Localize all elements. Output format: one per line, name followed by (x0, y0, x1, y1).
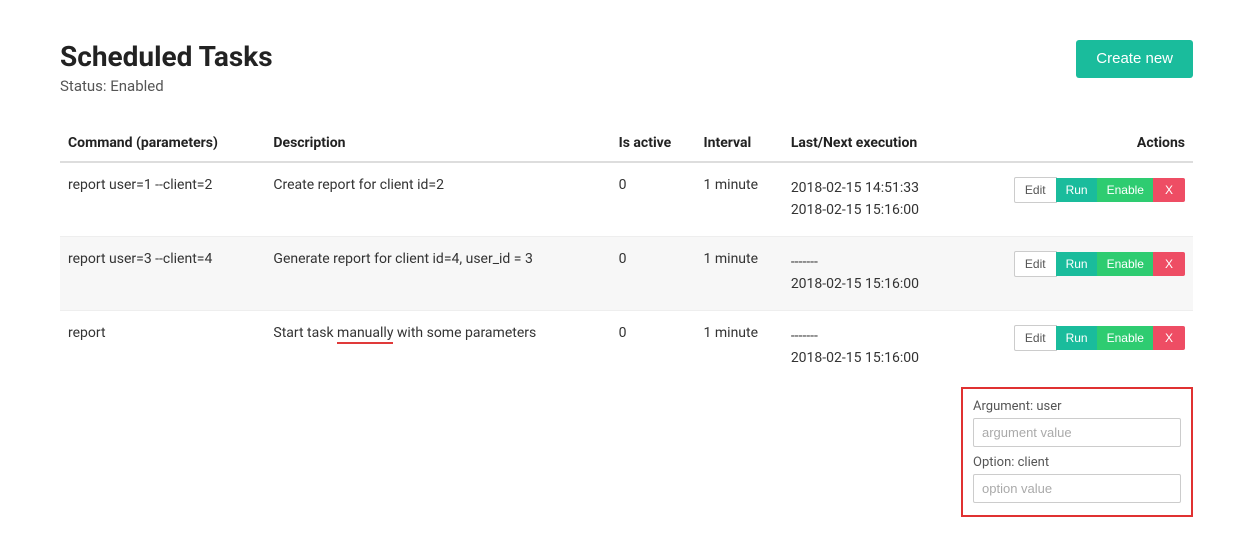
next-exec: 2018-02-15 15:16:00 (791, 347, 953, 369)
cell-execution: 2018-02-15 14:51:33 2018-02-15 15:16:00 (783, 162, 961, 236)
last-exec: ------- (791, 325, 953, 347)
cell-command: report (60, 310, 265, 383)
col-command: Command (parameters) (60, 125, 265, 162)
run-button[interactable]: Run (1056, 178, 1098, 202)
enable-button[interactable]: Enable (1097, 178, 1154, 202)
tasks-table: Command (parameters) Description Is acti… (60, 125, 1193, 383)
page-title: Scheduled Tasks (60, 40, 273, 73)
enable-button[interactable]: Enable (1097, 326, 1154, 350)
table-row: report Start task manually with some par… (60, 310, 1193, 383)
delete-button[interactable]: X (1153, 252, 1185, 276)
run-button[interactable]: Run (1056, 252, 1098, 276)
highlighted-word: manually (337, 325, 393, 344)
status-line: Status: Enabled (60, 77, 273, 95)
cell-command: report user=1 --client=2 (60, 162, 265, 236)
next-exec: 2018-02-15 15:16:00 (791, 199, 953, 221)
cell-description: Create report for client id=2 (265, 162, 610, 236)
argument-input[interactable] (973, 418, 1181, 447)
run-button[interactable]: Run (1056, 326, 1098, 350)
option-input[interactable] (973, 474, 1181, 503)
enable-button[interactable]: Enable (1097, 252, 1154, 276)
col-execution: Last/Next execution (783, 125, 961, 162)
col-description: Description (265, 125, 610, 162)
cell-is-active: 0 (611, 310, 696, 383)
option-label: Option: client (973, 455, 1181, 470)
cell-is-active: 0 (611, 162, 696, 236)
table-row: report user=1 --client=2 Create report f… (60, 162, 1193, 236)
cell-interval: 1 minute (696, 162, 783, 236)
cell-is-active: 0 (611, 236, 696, 310)
edit-button[interactable]: Edit (1014, 251, 1057, 277)
last-exec: 2018-02-15 14:51:33 (791, 177, 953, 199)
cell-interval: 1 minute (696, 236, 783, 310)
create-new-button[interactable]: Create new (1076, 40, 1193, 78)
delete-button[interactable]: X (1153, 326, 1185, 350)
delete-button[interactable]: X (1153, 178, 1185, 202)
cell-interval: 1 minute (696, 310, 783, 383)
table-row: report user=3 --client=4 Generate report… (60, 236, 1193, 310)
col-actions: Actions (961, 125, 1193, 162)
edit-button[interactable]: Edit (1014, 177, 1057, 203)
last-exec: ------- (791, 251, 953, 273)
cell-actions: EditRunEnableX (961, 236, 1193, 310)
cell-description: Start task manually with some parameters (265, 310, 610, 383)
edit-button[interactable]: Edit (1014, 325, 1057, 351)
next-exec: 2018-02-15 15:16:00 (791, 273, 953, 295)
cell-execution: ------- 2018-02-15 15:16:00 (783, 310, 961, 383)
cell-command: report user=3 --client=4 (60, 236, 265, 310)
cell-actions: EditRunEnableX (961, 162, 1193, 236)
title-block: Scheduled Tasks Status: Enabled (60, 40, 273, 95)
col-is-active: Is active (611, 125, 696, 162)
cell-actions: EditRunEnableX (961, 310, 1193, 383)
cell-description: Generate report for client id=4, user_id… (265, 236, 610, 310)
cell-execution: ------- 2018-02-15 15:16:00 (783, 236, 961, 310)
parameters-panel: Argument: user Option: client (961, 387, 1193, 517)
page-header: Scheduled Tasks Status: Enabled Create n… (60, 40, 1193, 95)
argument-label: Argument: user (973, 399, 1181, 414)
col-interval: Interval (696, 125, 783, 162)
